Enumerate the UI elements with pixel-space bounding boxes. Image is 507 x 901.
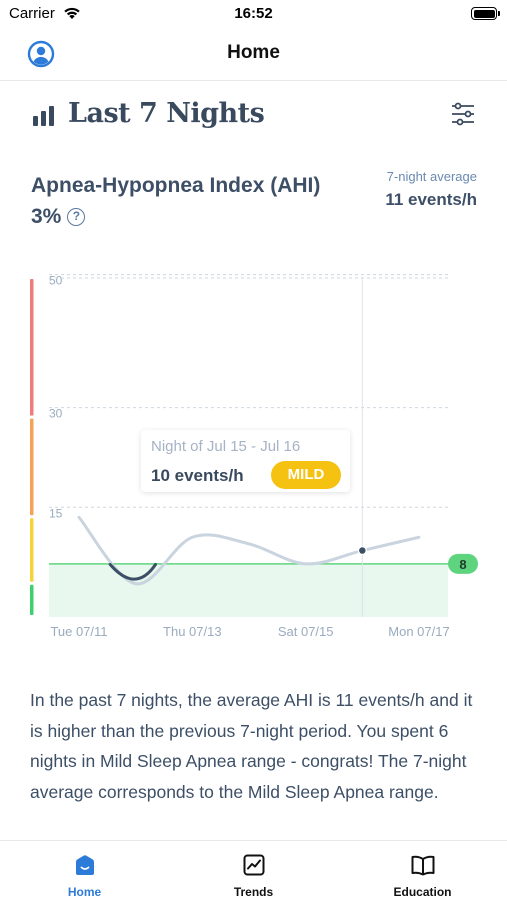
trends-icon <box>243 854 265 876</box>
help-icon[interactable]: ? <box>67 208 86 227</box>
section-title: Last 7 Nights <box>68 98 265 129</box>
chart-tooltip: Night of Jul 15 - Jul 16 10 events/h MIL… <box>141 430 350 492</box>
bar-chart-icon <box>33 106 54 126</box>
tooltip-value: 10 events/h <box>151 466 244 485</box>
tab-home[interactable]: Home <box>0 841 169 901</box>
filter-settings-icon[interactable] <box>449 100 477 128</box>
x-tick-label: Mon 07/17 <box>388 624 449 639</box>
metric-title: Apnea-Hypopnea Index (AHI) 3%? <box>31 170 331 232</box>
x-tick-label: Tue 07/11 <box>50 624 107 639</box>
x-tick-label: Thu 07/13 <box>163 624 222 639</box>
severity-badge: MILD <box>271 461 341 489</box>
nav-bar: Home <box>0 30 507 81</box>
severity-band-2 <box>30 518 34 582</box>
severity-band-0 <box>30 279 34 416</box>
tab-trends[interactable]: Trends <box>169 841 338 901</box>
tab-home-label: Home <box>67 885 102 899</box>
summary-text: In the past 7 nights, the average AHI is… <box>30 690 473 802</box>
y-tick-label: 50 <box>49 274 63 288</box>
severity-band-3 <box>30 584 34 615</box>
tab-trends-label: Trends <box>233 885 274 899</box>
book-icon <box>411 855 435 876</box>
x-tick-label: Sat 07/15 <box>278 624 334 639</box>
target-range-area <box>49 563 448 617</box>
status-bar: Carrier 16:52 <box>0 0 507 30</box>
average-label: 7-night average <box>386 169 477 184</box>
tab-bar: Home Trends Education <box>0 840 507 901</box>
battery-icon <box>471 7 500 20</box>
data-point <box>357 545 368 556</box>
tooltip-night: Night of Jul 15 - Jul 16 <box>151 438 301 455</box>
home-icon <box>76 855 94 875</box>
severity-band-1 <box>30 418 34 516</box>
tab-education-label: Education <box>393 885 452 899</box>
tab-education[interactable]: Education <box>338 841 507 901</box>
target-label: 8 <box>459 557 466 572</box>
page-title: Home <box>227 42 280 63</box>
y-tick-label: 15 <box>49 506 63 520</box>
average-value: 11 events/h <box>385 190 477 209</box>
y-tick-label: 30 <box>49 407 63 421</box>
status-time: 16:52 <box>234 5 273 22</box>
